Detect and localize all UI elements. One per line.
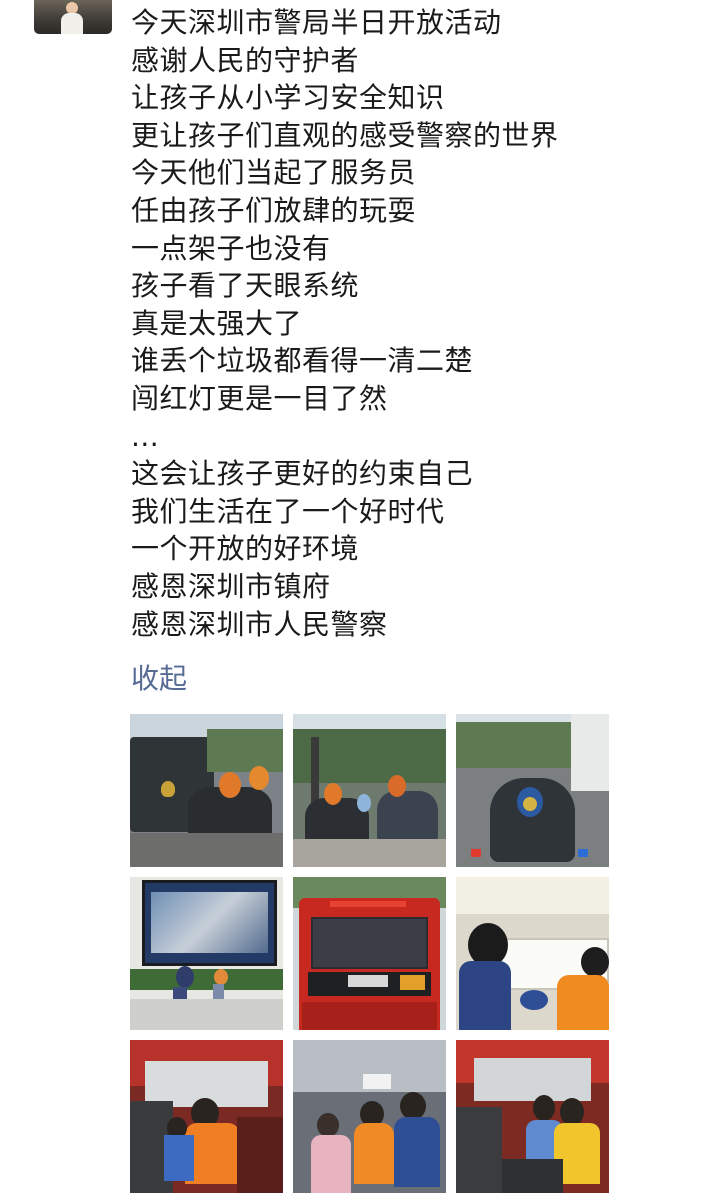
collapse-link[interactable]: 收起 <box>131 659 187 699</box>
post-line: 闯红灯更是一目了然 <box>131 381 388 415</box>
photo-grid <box>130 714 610 1198</box>
photo-thumbnail[interactable] <box>293 877 446 1030</box>
post-line: 我们生活在了一个好时代 <box>131 494 445 528</box>
photo-thumbnail[interactable] <box>456 1040 609 1193</box>
photo-thumbnail[interactable] <box>130 877 283 1030</box>
post-line: 一个开放的好环境 <box>131 532 360 566</box>
photo-thumbnail[interactable] <box>456 877 609 1030</box>
post-line: ... <box>131 419 160 453</box>
post-line: 让孩子从小学习安全知识 <box>131 81 445 115</box>
photo-thumbnail[interactable] <box>456 714 609 867</box>
post-text: 今天深圳市警局半日开放活动 感谢人民的守护者 让孩子从小学习安全知识 更让孩子们… <box>131 4 691 643</box>
post-line: 感恩深圳市镇府 <box>131 569 331 603</box>
photo-thumbnail[interactable] <box>293 714 446 867</box>
post-line: 感谢人民的守护者 <box>131 43 360 77</box>
post-line: 真是太强大了 <box>131 306 303 340</box>
post-line: 今天他们当起了服务员 <box>131 156 417 190</box>
post-line: 今天深圳市警局半日开放活动 <box>131 6 502 39</box>
post-line: 更让孩子们直观的感受警察的世界 <box>131 118 559 152</box>
post-line: 任由孩子们放肆的玩耍 <box>131 193 417 227</box>
photo-thumbnail[interactable] <box>130 714 283 867</box>
post-line: 孩子看了天眼系统 <box>131 269 360 303</box>
avatar[interactable] <box>34 0 112 34</box>
post-line: 谁丢个垃圾都看得一清二楚 <box>131 344 474 378</box>
post-line: 感恩深圳市人民警察 <box>131 607 388 641</box>
photo-thumbnail[interactable] <box>130 1040 283 1193</box>
post-line: 这会让孩子更好的约束自己 <box>131 457 474 491</box>
photo-thumbnail[interactable] <box>293 1040 446 1193</box>
avatar-figure-body <box>61 13 83 34</box>
post-line: 一点架子也没有 <box>131 231 331 265</box>
